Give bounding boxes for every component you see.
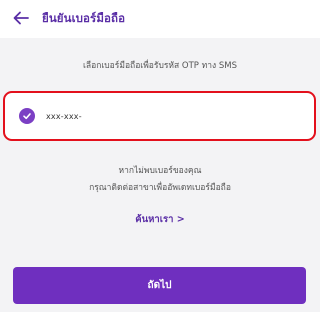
find-us-link[interactable]: ค้นหาเรา >	[0, 212, 320, 227]
otp-phone-select-screen: ยืนยันเบอร์มือถือ เลือกเบอร์มือถือเพื่อร…	[0, 0, 320, 312]
main-content: เลือกเบอร์มือถือเพื่อรับรหัส OTP ทาง SMS…	[0, 38, 320, 312]
help-text: หากไม่พบเบอร์ของคุณ กรุณาติดต่อสาขาเพื่อ…	[0, 163, 320, 197]
phone-option[interactable]: xxx-xxx-	[3, 91, 316, 141]
back-button[interactable]	[10, 8, 32, 30]
check-circle-icon	[19, 108, 35, 124]
instruction-text: เลือกเบอร์มือถือเพื่อรับรหัส OTP ทาง SMS	[83, 61, 237, 71]
top-bar: ยืนยันเบอร์มือถือ	[0, 0, 320, 38]
help-line-1: หากไม่พบเบอร์ของคุณ	[118, 166, 202, 176]
page-title: ยืนยันเบอร์มือถือ	[42, 11, 126, 25]
help-line-2: กรุณาติดต่อสาขาเพื่ออัพเดทเบอร์มือถือ	[89, 183, 231, 193]
phone-number: xxx-xxx-	[46, 111, 82, 121]
arrow-left-icon	[13, 10, 29, 29]
next-button[interactable]: ถัดไป	[13, 267, 306, 304]
